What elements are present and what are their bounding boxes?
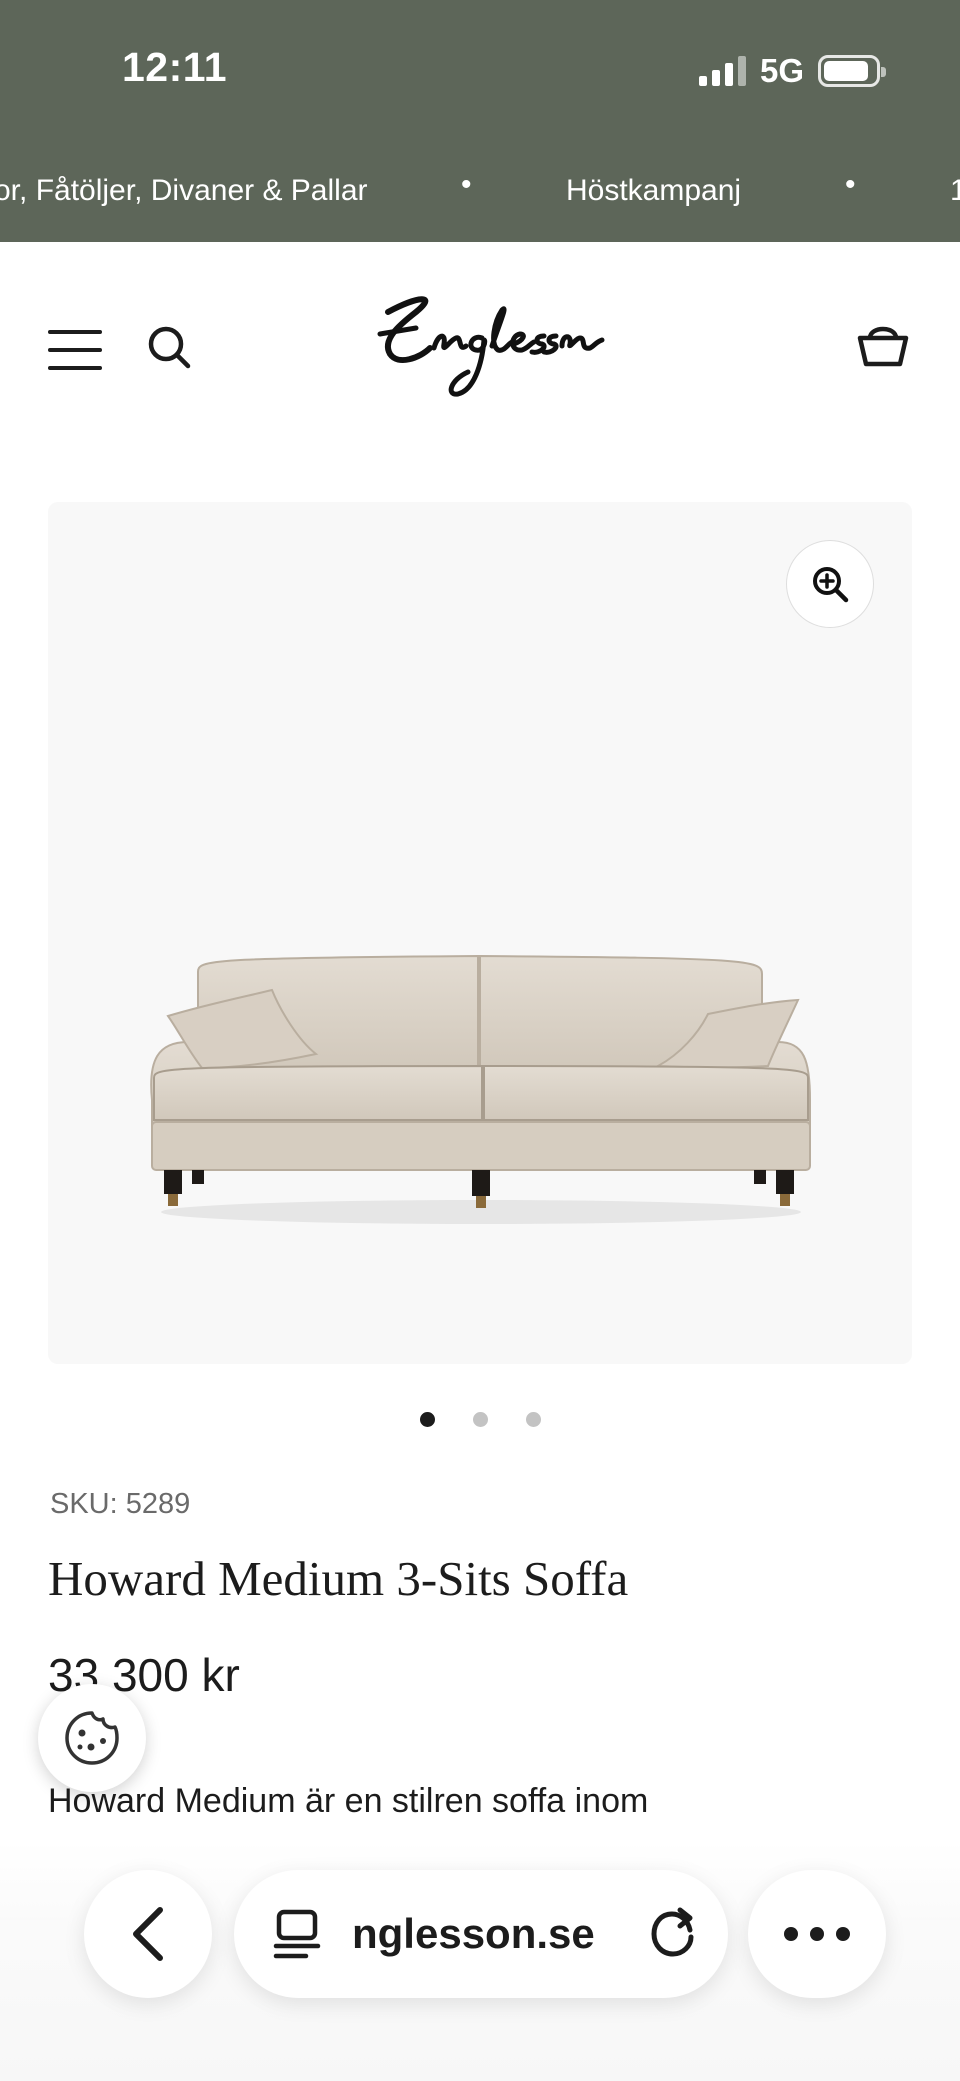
gallery-dot-3[interactable] <box>525 1412 541 1427</box>
chevron-left-icon <box>133 1907 163 1961</box>
product-sku: SKU: 5289 <box>50 1488 191 1520</box>
more-dots-icon <box>784 1927 850 1941</box>
sofa-product-image <box>148 950 814 1232</box>
basket-icon[interactable] <box>854 316 912 374</box>
gallery-dot-1[interactable] <box>419 1412 435 1427</box>
browser-address-bar[interactable]: nglesson.se <box>234 1870 728 1998</box>
battery-icon <box>818 55 886 87</box>
reload-icon[interactable] <box>646 1906 702 1962</box>
network-type: 5G <box>759 52 804 89</box>
englesson-logo[interactable] <box>358 282 608 412</box>
status-time: 12:11 <box>122 44 228 90</box>
status-indicators: 5G <box>698 52 886 90</box>
gallery-pagination <box>0 1412 960 1427</box>
browser-back-button[interactable] <box>84 1870 212 1998</box>
product-description: Howard Medium är en stilren soffa inom <box>48 1782 649 1820</box>
announcement-marquee[interactable]: or, Fåtöljer, Divaner & Pallar • Höstkam… <box>0 168 960 222</box>
product-gallery[interactable] <box>48 502 912 1364</box>
tabs-icon[interactable] <box>272 1908 322 1960</box>
announcement-separator: • <box>461 168 472 201</box>
browser-url: nglesson.se <box>352 1910 595 1957</box>
hamburger-menu-icon[interactable] <box>48 330 104 370</box>
gallery-dot-2[interactable] <box>472 1412 488 1427</box>
announcement-item-next[interactable]: 1 <box>950 174 960 208</box>
announcement-item-categories[interactable]: or, Fåtöljer, Divaner & Pallar <box>0 174 368 208</box>
browser-more-button[interactable] <box>748 1870 886 1998</box>
zoom-in-icon[interactable] <box>786 540 874 628</box>
cookie-icon[interactable] <box>38 1684 146 1792</box>
status-area: 12:11 5G or, Fåtöljer, Divaner & Pallar … <box>0 0 960 242</box>
search-icon[interactable] <box>144 322 196 374</box>
product-title: Howard Medium 3-Sits Soffa <box>48 1551 629 1606</box>
cellular-signal-icon <box>698 56 746 86</box>
site-header <box>0 242 960 452</box>
announcement-item-campaign[interactable]: Höstkampanj <box>566 174 741 208</box>
announcement-separator: • <box>845 168 856 201</box>
